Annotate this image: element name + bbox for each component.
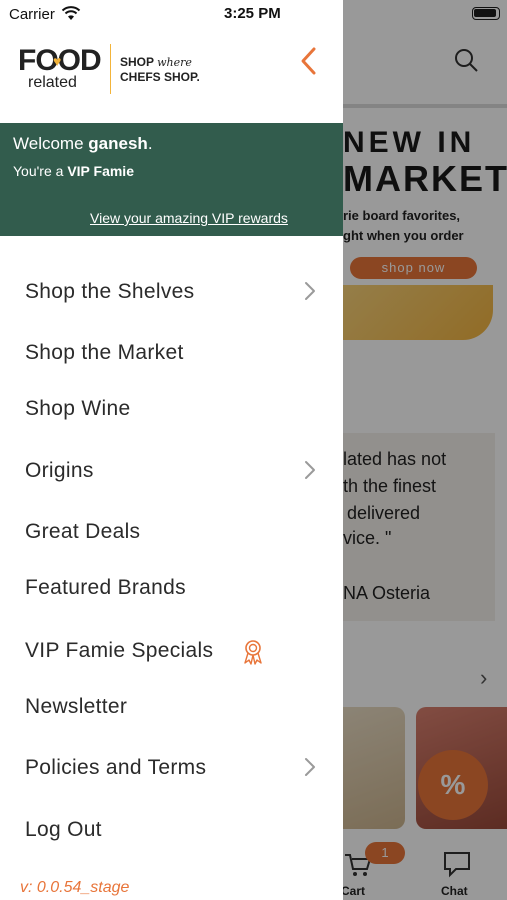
menu-item-label: Great Deals bbox=[25, 520, 141, 543]
vip-status: You're a VIP Famie bbox=[13, 163, 134, 179]
menu-item-newsletter[interactable]: Newsletter bbox=[25, 687, 325, 727]
menu-item-shop-wine[interactable]: Shop Wine bbox=[25, 389, 325, 429]
menu-item-label: Shop the Market bbox=[25, 341, 184, 364]
welcome-greeting: Welcome ganesh. bbox=[13, 134, 153, 153]
welcome-panel: Welcome ganesh. You're a VIP Famie View … bbox=[0, 123, 343, 236]
vip-level: VIP Famie bbox=[67, 163, 134, 179]
menu-item-label: Origins bbox=[25, 459, 94, 482]
user-name: ganesh bbox=[88, 134, 148, 153]
logo-related-text: related bbox=[28, 74, 77, 91]
battery-icon bbox=[472, 7, 500, 20]
menu-item-origins[interactable]: Origins bbox=[25, 451, 325, 491]
menu-item-label: Featured Brands bbox=[25, 576, 186, 599]
carrier-label: Carrier bbox=[9, 6, 55, 23]
menu-item-label: Policies and Terms bbox=[25, 756, 207, 779]
ribbon-award-icon bbox=[244, 640, 262, 665]
logo-tagline: SHOP where CHEFS SHOP. bbox=[120, 55, 200, 84]
menu-item-shop-the-market[interactable]: Shop the Market bbox=[25, 333, 325, 373]
menu-item-policies-and-terms[interactable]: Policies and Terms bbox=[25, 748, 325, 788]
status-time: 3:25 PM bbox=[224, 5, 281, 22]
app-version: v: 0.0.54_stage bbox=[20, 879, 130, 896]
vip-rewards-link[interactable]: View your amazing VIP rewards bbox=[90, 210, 288, 226]
chevron-right-icon bbox=[305, 282, 315, 300]
menu-item-log-out[interactable]: Log Out bbox=[25, 810, 325, 850]
food-related-logo: FOOD ♥ related SHOP where CHEFS SHOP. bbox=[18, 44, 208, 96]
menu-item-vip-famie-specials[interactable]: VIP Famie Specials bbox=[25, 631, 325, 671]
menu-item-shop-the-shelves[interactable]: Shop the Shelves bbox=[25, 272, 325, 312]
menu-item-great-deals[interactable]: Great Deals bbox=[25, 512, 325, 552]
menu-item-label: Shop the Shelves bbox=[25, 280, 195, 303]
heart-icon: ♥ bbox=[53, 53, 62, 69]
menu-item-label: Shop Wine bbox=[25, 397, 131, 420]
menu-item-featured-brands[interactable]: Featured Brands bbox=[25, 568, 325, 608]
wifi-icon bbox=[61, 6, 81, 20]
menu-item-label: VIP Famie Specials bbox=[25, 639, 214, 662]
chevron-right-icon bbox=[305, 461, 315, 479]
logo-divider bbox=[110, 44, 111, 94]
chevron-right-icon bbox=[305, 758, 315, 776]
menu-item-label: Newsletter bbox=[25, 695, 128, 718]
menu-item-label: Log Out bbox=[25, 818, 102, 841]
back-chevron-icon[interactable] bbox=[296, 44, 322, 78]
dim-overlay[interactable] bbox=[343, 0, 507, 900]
